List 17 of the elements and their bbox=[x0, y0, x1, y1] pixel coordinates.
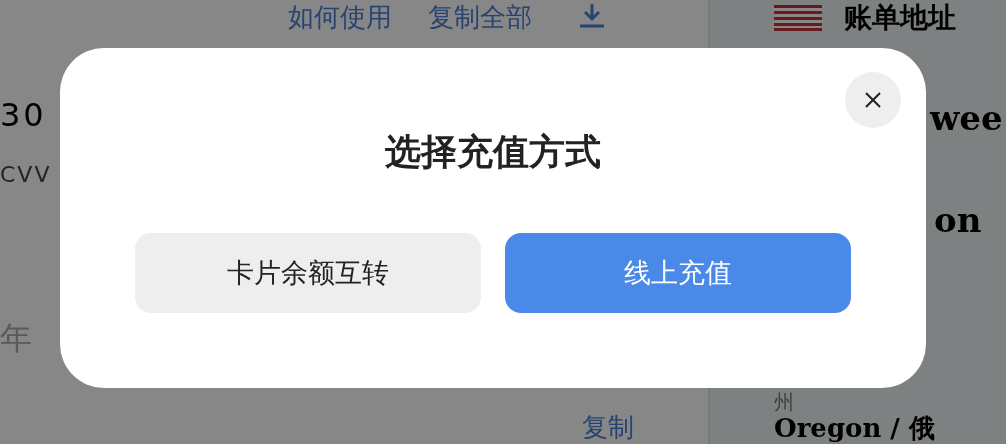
cvv-label: CVV bbox=[0, 162, 52, 188]
state-label: 州 bbox=[774, 390, 794, 414]
street-value: wee bbox=[930, 98, 1003, 138]
card-number: 30 bbox=[0, 97, 47, 133]
state-value: Oregon / 俄 bbox=[774, 414, 935, 442]
download-icon[interactable] bbox=[578, 4, 606, 30]
city-value: on bbox=[934, 200, 982, 240]
option-button[interactable]: 卡片余额互转 bbox=[135, 233, 481, 313]
option-button[interactable]: 线上充值 bbox=[505, 233, 851, 313]
toolbar-link[interactable]: 复制全部 bbox=[428, 2, 532, 32]
dialog-title: 选择充值方式 bbox=[385, 130, 601, 174]
flag-icon bbox=[774, 5, 822, 31]
close-button[interactable] bbox=[845, 72, 901, 128]
close-icon bbox=[864, 91, 882, 109]
toolbar-link[interactable]: 如何使用 bbox=[288, 2, 392, 32]
billing-title: 账单地址 bbox=[844, 2, 956, 34]
copy-link[interactable]: 复制 bbox=[582, 412, 634, 442]
